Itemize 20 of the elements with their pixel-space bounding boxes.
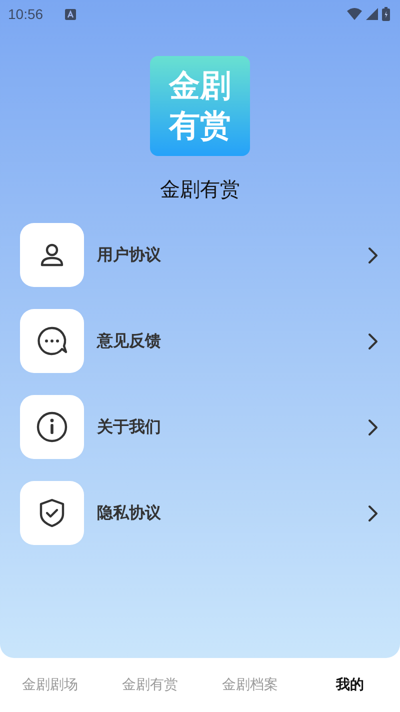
chevron-right-icon bbox=[368, 246, 378, 264]
app-name: 金剧有赏 bbox=[160, 176, 240, 203]
info-icon bbox=[36, 411, 68, 443]
tab[interactable]: 我的 bbox=[300, 670, 400, 700]
status-time: 10:56 bbox=[8, 6, 44, 22]
chevron-right-icon bbox=[368, 332, 378, 350]
battery-icon bbox=[382, 7, 390, 21]
chevron-right-icon bbox=[368, 504, 378, 522]
menu-item[interactable]: 关于我们 bbox=[20, 395, 380, 459]
shield-check-icon bbox=[38, 498, 66, 528]
signal-icon bbox=[366, 8, 378, 20]
menu-item[interactable]: 用户协议 bbox=[20, 223, 380, 287]
menu-item[interactable]: 意见反馈 bbox=[20, 309, 380, 373]
notification-icon bbox=[65, 8, 76, 20]
app-logo: 金剧 有赏 bbox=[150, 56, 250, 156]
chat-icon bbox=[36, 325, 68, 357]
menu-item[interactable]: 隐私协议 bbox=[20, 481, 380, 545]
chevron-right-icon bbox=[368, 418, 378, 436]
wifi-icon bbox=[347, 8, 362, 20]
person-icon bbox=[38, 241, 66, 269]
